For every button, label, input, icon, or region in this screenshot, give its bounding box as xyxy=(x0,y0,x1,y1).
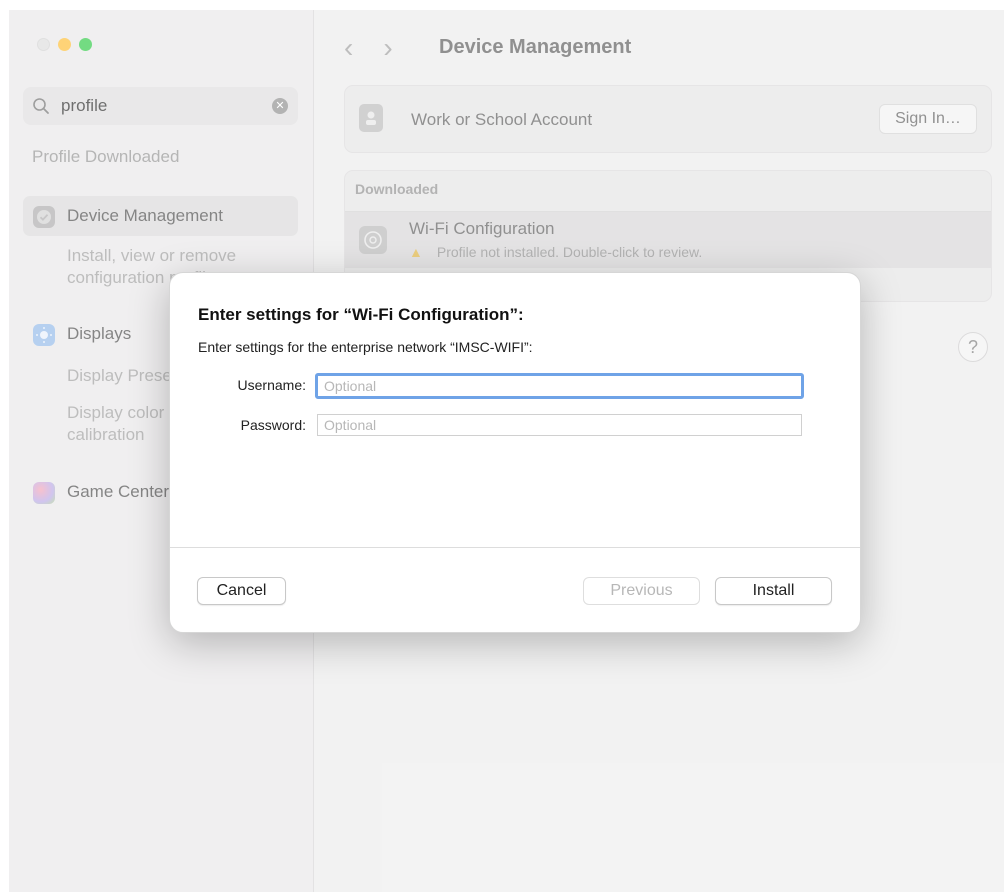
username-label: Username: xyxy=(237,377,306,393)
password-label: Password: xyxy=(240,417,306,433)
sheet-subtitle: Enter settings for the enterprise networ… xyxy=(198,339,533,355)
cancel-button[interactable]: Cancel xyxy=(197,577,286,605)
sheet-divider xyxy=(170,547,860,548)
sheet-title: Enter settings for “Wi‑Fi Configuration”… xyxy=(198,305,524,324)
password-field[interactable] xyxy=(317,414,802,436)
username-field[interactable] xyxy=(315,373,804,399)
wifi-settings-sheet: Enter settings for “Wi‑Fi Configuration”… xyxy=(169,272,861,633)
install-button[interactable]: Install xyxy=(715,577,832,605)
previous-button[interactable]: Previous xyxy=(583,577,700,605)
